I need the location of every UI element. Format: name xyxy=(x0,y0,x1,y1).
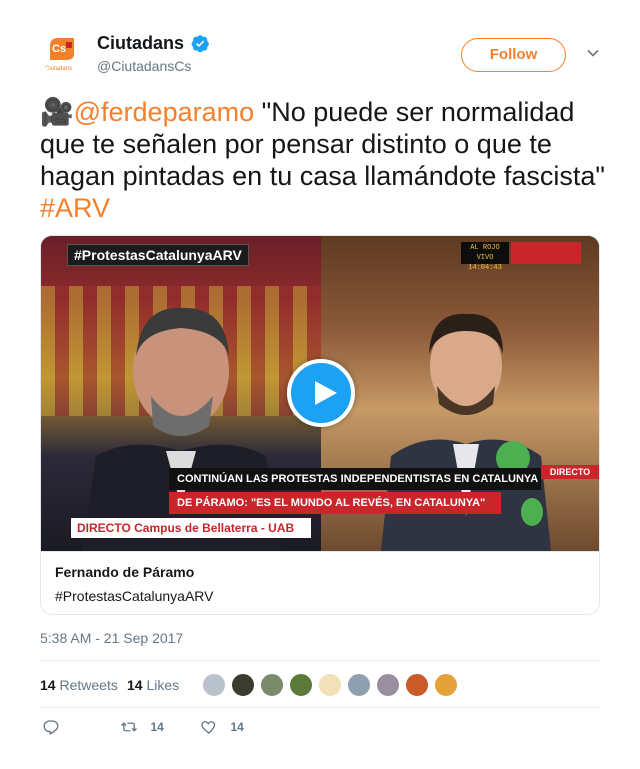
card-info[interactable]: Fernando de Páramo #ProtestasCatalunyaAR… xyxy=(41,551,599,614)
tweet-timestamp[interactable]: 5:38 AM - 21 Sep 2017 xyxy=(40,630,183,646)
liker-avatar[interactable] xyxy=(202,673,226,697)
likes-label: Likes xyxy=(146,677,180,693)
retweet-icon xyxy=(121,722,137,732)
likes-stat[interactable]: 14 Likes xyxy=(127,677,179,693)
mention-link[interactable]: @ferdeparamo xyxy=(74,97,255,127)
retweet-count: 14 xyxy=(150,720,164,734)
author-avatar[interactable]: Cs Ciutadans xyxy=(40,30,86,76)
likes-count: 14 xyxy=(127,677,143,693)
card-title: Fernando de Páramo xyxy=(55,564,195,580)
video-hashtag-bar: #ProtestasCatalunyaARV xyxy=(67,244,249,266)
author-handle[interactable]: @CiutadansCs xyxy=(97,58,210,74)
like-count: 14 xyxy=(230,720,244,734)
video-flag-badge xyxy=(511,242,581,264)
liker-avatar[interactable] xyxy=(231,673,255,697)
liker-avatar[interactable] xyxy=(405,673,429,697)
svg-text:Cs: Cs xyxy=(52,43,66,55)
tweet-header: Cs Ciutadans Ciutadans @CiutadansCs Foll… xyxy=(40,30,600,80)
tweet-actions: 14 14 xyxy=(40,718,600,742)
lower-third-location: DIRECTO Campus de Bellaterra - UAB xyxy=(71,518,311,538)
author-name-block: Ciutadans @CiutadansCs xyxy=(97,33,210,74)
tweet-stats: 14 Retweets 14 Likes xyxy=(40,660,600,708)
like-button[interactable]: 14 xyxy=(200,718,244,742)
card-description: #ProtestasCatalunyaARV xyxy=(55,588,214,604)
lasexta-small-logo-icon xyxy=(521,498,543,526)
video-camera-emoji: 🎥 xyxy=(40,97,74,127)
video-player[interactable]: #ProtestasCatalunyaARV AL ROJO VIVO 14:04… xyxy=(41,236,599,551)
ciutadans-logo-icon: Cs Ciutadans xyxy=(40,30,86,76)
reply-button[interactable] xyxy=(42,718,68,742)
liker-avatar[interactable] xyxy=(347,673,371,697)
lower-third-quote: DE PÁRAMO: "ES EL MUNDO AL REVÉS, EN CAT… xyxy=(169,492,501,514)
reply-icon xyxy=(43,720,59,735)
liker-avatar[interactable] xyxy=(289,673,313,697)
live-tag: DIRECTO xyxy=(541,465,599,479)
retweets-count: 14 xyxy=(40,677,56,693)
media-card[interactable]: #ProtestasCatalunyaARV AL ROJO VIVO 14:04… xyxy=(40,235,600,615)
video-clock: AL ROJO VIVO 14:04:43 xyxy=(461,242,509,272)
retweets-stat[interactable]: 14 Retweets xyxy=(40,677,118,693)
chevron-down-icon[interactable] xyxy=(585,45,601,61)
liker-avatar[interactable] xyxy=(376,673,400,697)
heart-icon xyxy=(201,721,216,734)
retweet-button[interactable]: 14 xyxy=(120,718,164,742)
clock-label: AL ROJO VIVO xyxy=(470,244,500,262)
follow-button[interactable]: Follow xyxy=(461,38,566,72)
clock-time: 14:04:43 xyxy=(468,264,502,272)
author-display-name[interactable]: Ciutadans xyxy=(97,33,184,54)
retweets-label: Retweets xyxy=(59,677,118,693)
svg-text:Ciutadans: Ciutadans xyxy=(45,66,72,72)
verified-badge-icon xyxy=(191,34,210,53)
tweet-text: 🎥@ferdeparamo "No puede ser normalidad q… xyxy=(40,96,605,224)
play-icon xyxy=(315,381,337,405)
play-button[interactable] xyxy=(287,359,355,427)
liker-avatar[interactable] xyxy=(434,673,458,697)
liker-avatar[interactable] xyxy=(260,673,284,697)
hashtag-link[interactable]: #ARV xyxy=(40,193,110,223)
liker-avatar[interactable] xyxy=(318,673,342,697)
lower-third-headline: CONTINÚAN LAS PROTESTAS INDEPENDENTISTAS… xyxy=(169,468,541,490)
